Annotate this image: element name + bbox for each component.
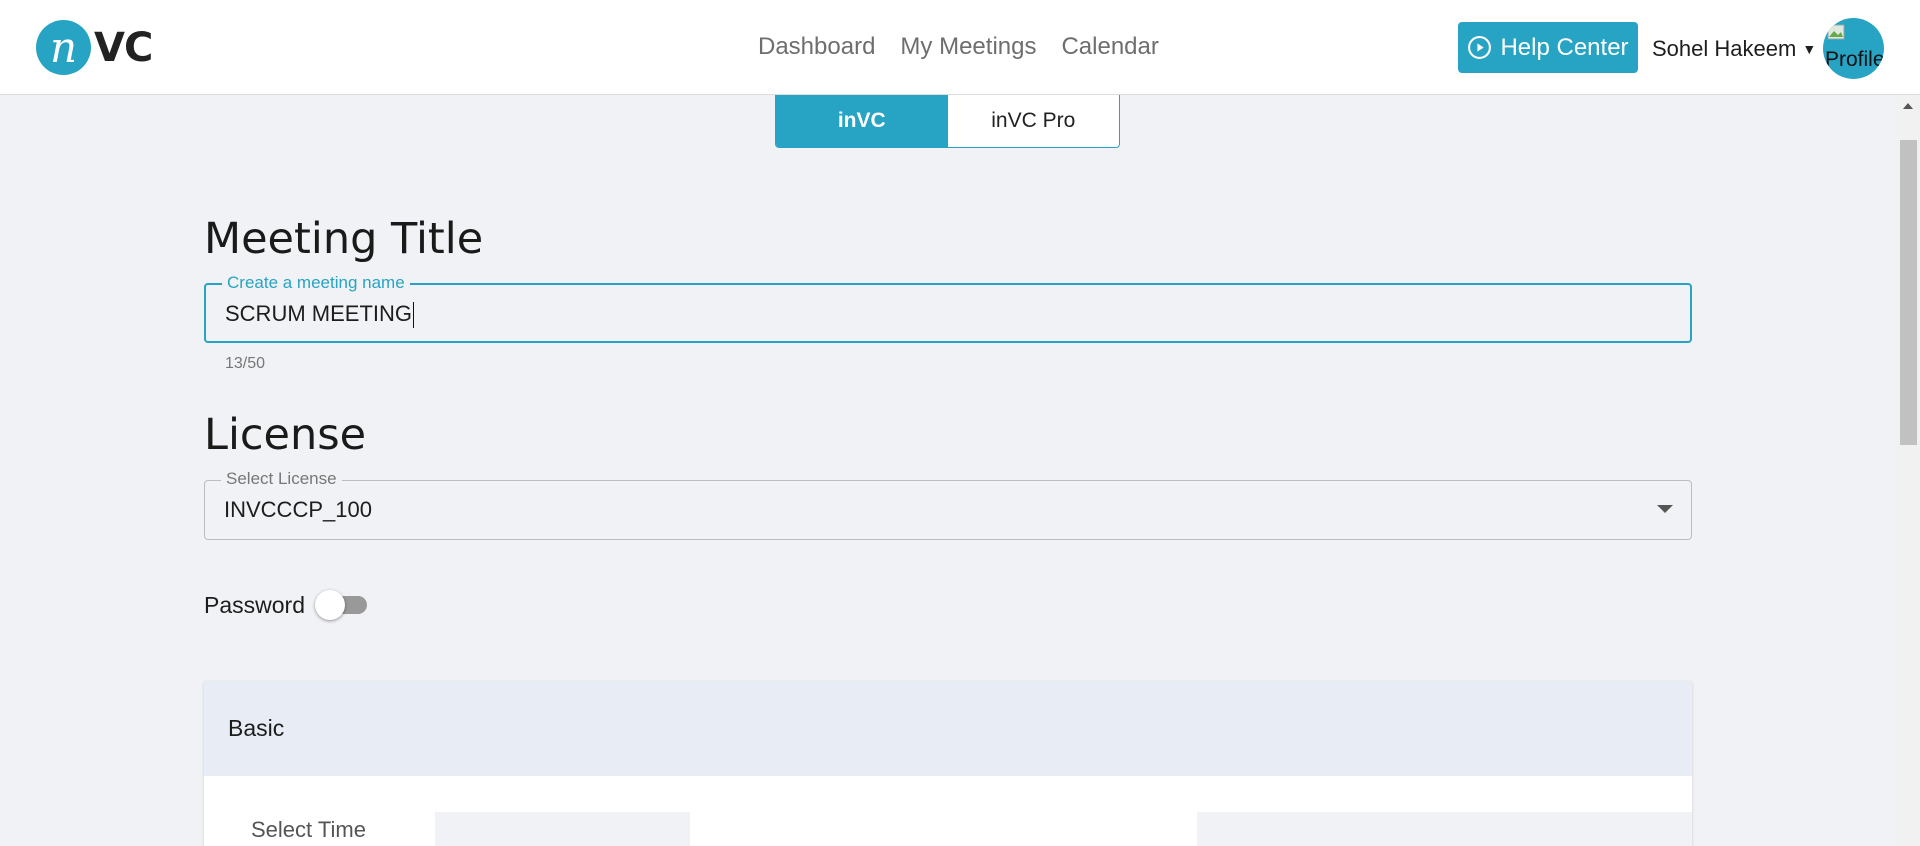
license-select-value: INVCCCP_100 (224, 497, 372, 522)
nav-dashboard[interactable]: Dashboard (758, 33, 875, 61)
scroll-thumb[interactable] (1900, 140, 1917, 445)
basic-panel-header[interactable]: Basic (204, 681, 1692, 776)
product-tabs: inVC inVC Pro (775, 95, 1120, 148)
help-center-button[interactable]: Help Center (1458, 22, 1638, 73)
timezone-input[interactable] (1197, 812, 1692, 846)
time-input[interactable] (435, 812, 690, 846)
caret-down-icon: ▼ (1802, 41, 1817, 57)
user-menu[interactable]: Sohel Hakeem ▼ (1652, 36, 1816, 62)
password-row: Password (204, 590, 369, 620)
select-time-label: Select Time (251, 817, 366, 842)
tab-invc-pro[interactable]: inVC Pro (947, 95, 1119, 147)
logo-letter: n (49, 22, 78, 72)
license-select[interactable]: Select License INVCCCP_100 (204, 469, 1692, 540)
avatar-alt-text: Profile (1825, 48, 1884, 71)
password-label: Password (204, 591, 305, 618)
tab-invc[interactable]: inVC (776, 95, 948, 147)
scroll-up-arrow-icon[interactable] (1903, 103, 1913, 109)
text-cursor (413, 302, 414, 329)
invc-logo[interactable]: n VC (36, 19, 153, 76)
license-select-label: Select License (221, 469, 342, 489)
meeting-name-text: SCRUM MEETING (225, 301, 412, 326)
help-center-label: Help Center (1500, 33, 1629, 61)
dropdown-arrow-icon (1657, 505, 1673, 513)
logo-text: VC (94, 24, 153, 71)
meeting-name-field[interactable]: Create a meeting name SCRUM MEETING (204, 273, 1692, 343)
password-toggle[interactable] (314, 590, 369, 620)
main-nav: Dashboard My Meetings Calendar (758, 33, 1159, 61)
meeting-title-heading: Meeting Title (204, 214, 484, 264)
nav-calendar[interactable]: Calendar (1061, 33, 1158, 61)
license-heading: License (204, 410, 367, 460)
character-counter: 13/50 (225, 355, 266, 372)
page-scrollbar[interactable] (1897, 95, 1920, 846)
toggle-thumb (314, 590, 345, 620)
logo-mark: n (36, 20, 91, 75)
top-header: n VC Dashboard My Meetings Calendar Help… (0, 0, 1920, 95)
user-name-label: Sohel Hakeem (1652, 36, 1797, 61)
basic-panel: Basic Select Time (204, 681, 1692, 846)
broken-image-icon (1827, 24, 1845, 40)
meeting-name-label: Create a meeting name (222, 273, 410, 293)
avatar[interactable]: Profile (1823, 18, 1884, 79)
meeting-name-value: SCRUM MEETING (225, 301, 414, 329)
play-circle-icon (1468, 36, 1492, 59)
nav-my-meetings[interactable]: My Meetings (900, 33, 1036, 61)
